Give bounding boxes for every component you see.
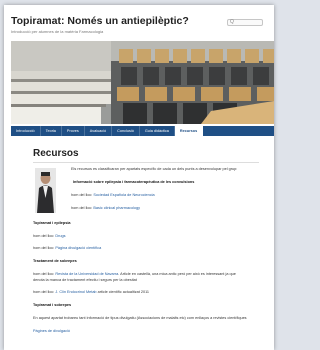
title-divider <box>33 162 259 163</box>
resource-prefix: hom del lloc: <box>33 272 55 276</box>
resource-suffix: article científic actualitzat 2011 <box>96 290 150 294</box>
link-drugs[interactable]: Drugs <box>55 234 65 238</box>
resource-prefix: hom del lloc: <box>71 206 93 210</box>
section-description: En aquest apartat trobareu tant informac… <box>33 316 247 320</box>
list-item: denota la manca de tractament efectiu i … <box>33 278 137 283</box>
section-heading-tractament-sobrepes: Tractament de sobrepes <box>33 259 77 263</box>
lecture-hall-photo <box>11 41 274 124</box>
resource-prefix: hom del lloc: <box>71 193 93 197</box>
nav-item-conclusio[interactable]: Conclusió <box>112 126 140 136</box>
link-revista-universidad-navarra[interactable]: Revista de la Universidad de Navarra <box>55 272 118 276</box>
site-header: Topiramat: Només un antiepilèptic? Intro… <box>4 5 274 41</box>
link-basic-clinical-pharmacology[interactable]: Basic clinical pharmacology <box>93 206 140 210</box>
section-heading-topiramat-sobrepes: Topiramat i sobrepes <box>33 303 72 307</box>
resource-prefix: hom del lloc: <box>33 290 55 294</box>
resource-suffix: . Article en castellà, una mica antic pe… <box>118 272 236 276</box>
author-photo <box>35 168 56 213</box>
nav-item-avaluacio[interactable]: Avaluació <box>85 126 113 136</box>
link-clin-endocrinol-metab[interactable]: J. Clin Endocrinol Metab <box>55 290 96 294</box>
nav-item-introduccio[interactable]: Introducció <box>11 126 41 136</box>
link-divulgacio-cientifica[interactable]: Pàgina divulgació científica <box>55 246 101 250</box>
list-item: hom del lloc: Drugs <box>33 234 66 239</box>
site-description: Introducció per alumnes de la matèria Fa… <box>11 29 104 34</box>
header-banner-image <box>11 41 274 124</box>
intro-text: Els recursos es classificaran per aparta… <box>71 167 238 171</box>
main-nav: Introducció Teoria Proves Avaluació Conc… <box>11 126 274 136</box>
section-heading-topiramat-epilepsia: Topiramat i epilepsia <box>33 221 71 225</box>
search-icon: Q <box>230 19 234 25</box>
sub-heading: Informació sobre epilepsia i farmacotera… <box>73 180 195 184</box>
intro-resource-2: hom del lloc: Basic clinical pharmacolog… <box>71 206 140 211</box>
page-title: Recursos <box>33 148 79 159</box>
list-item: hom del lloc: Revista de la Universidad … <box>33 272 236 277</box>
site-title[interactable]: Topiramat: Només un antiepilèptic? <box>11 15 189 27</box>
link-pagines-divulgacio[interactable]: Pàgines de divulgació <box>33 329 70 333</box>
list-item: hom del lloc: Pàgina divulgació científi… <box>33 246 101 251</box>
list-item: hom del lloc: J. Clin Endocrinol Metab a… <box>33 290 149 295</box>
page: Topiramat: Només un antiepilèptic? Intro… <box>4 5 274 350</box>
resource-note: denota la manca de tractament efectiu i … <box>33 278 137 282</box>
nav-item-recursos[interactable]: Recursos <box>174 126 204 136</box>
list-item: Pàgines de divulgació <box>33 329 70 334</box>
resource-prefix: hom del lloc: <box>33 246 55 250</box>
nav-item-teoria[interactable]: Teoria <box>41 126 62 136</box>
nav-item-guia-didactica[interactable]: Guia didàctica <box>140 126 175 136</box>
intro-resource-1: hom del lloc: Sociedad Española de Neuro… <box>71 193 155 198</box>
nav-item-proves[interactable]: Proves <box>62 126 85 136</box>
resource-prefix: hom del lloc: <box>33 234 55 238</box>
link-seneurociencia[interactable]: Sociedad Española de Neurociencia <box>93 193 154 197</box>
